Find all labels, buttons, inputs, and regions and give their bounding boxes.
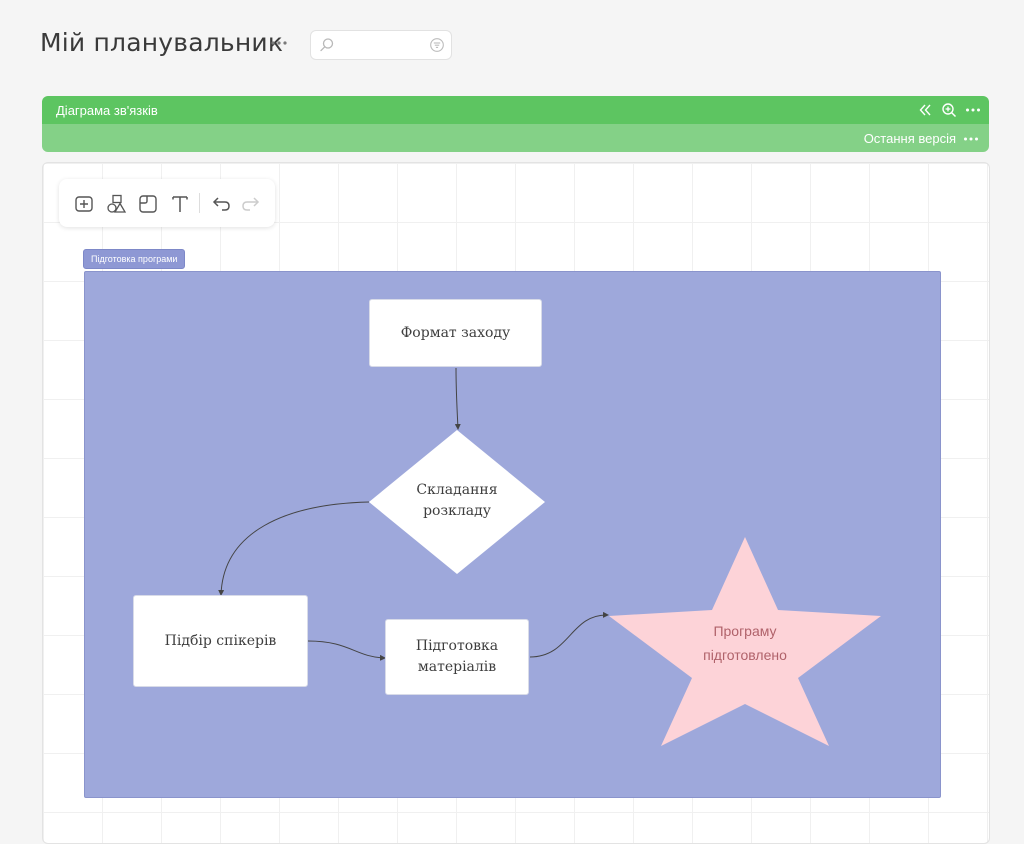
title-more-icon[interactable]: [270, 36, 290, 50]
search-icon: [319, 37, 335, 58]
node-materials[interactable]: Підготовка матеріалів: [385, 619, 529, 695]
node-materials-line1: Підготовка: [415, 638, 499, 654]
undo-icon[interactable]: [209, 193, 231, 215]
sticky-note-icon[interactable]: [137, 193, 159, 215]
node-schedule-line2: розкладу: [423, 503, 491, 519]
node-done-line1: Програму: [713, 623, 777, 639]
diagram-toolbar: [59, 179, 275, 227]
node-done[interactable]: Програму підготовлено: [675, 620, 815, 668]
connector-schedule-speakers: [218, 501, 370, 596]
connector-materials-done: [529, 611, 609, 658]
search-box[interactable]: [310, 30, 452, 60]
panel-title: Діаграма зв'язків: [56, 103, 158, 118]
node-format[interactable]: Формат заходу: [369, 299, 542, 367]
text-icon[interactable]: [169, 193, 191, 215]
shapes-icon[interactable]: [105, 193, 127, 215]
collapse-icon[interactable]: [917, 102, 933, 118]
diagram-frame[interactable]: Формат заходу Складання розкладу Підбір …: [84, 271, 941, 798]
zoom-in-icon[interactable]: [941, 102, 957, 118]
panel-subheader: Остання версія: [42, 124, 989, 152]
toolbar-divider: [199, 193, 200, 213]
node-speakers[interactable]: Підбір спікерів: [133, 595, 308, 687]
filter-icon[interactable]: [429, 37, 445, 58]
add-shape-icon[interactable]: [73, 193, 95, 215]
page-title: Мій планувальник: [40, 28, 284, 57]
panel-more-icon[interactable]: [965, 102, 981, 118]
version-selector[interactable]: Остання версія: [864, 131, 956, 146]
connector-format-schedule: [454, 367, 461, 430]
diagram-canvas[interactable]: Підготовка програми Формат заходу Склада…: [42, 162, 990, 844]
version-more-icon[interactable]: [963, 131, 979, 147]
node-schedule-line1: Складання: [416, 482, 498, 498]
panel-header: Діаграма зв'язків: [42, 96, 989, 124]
redo-icon[interactable]: [241, 193, 263, 215]
search-input[interactable]: [341, 35, 429, 55]
node-materials-line2: матеріалів: [417, 659, 497, 675]
node-done-line2: підготовлено: [703, 646, 787, 663]
frame-label[interactable]: Підготовка програми: [83, 249, 186, 269]
connector-speakers-materials: [307, 640, 386, 661]
node-schedule[interactable]: Складання розкладу: [391, 480, 523, 522]
